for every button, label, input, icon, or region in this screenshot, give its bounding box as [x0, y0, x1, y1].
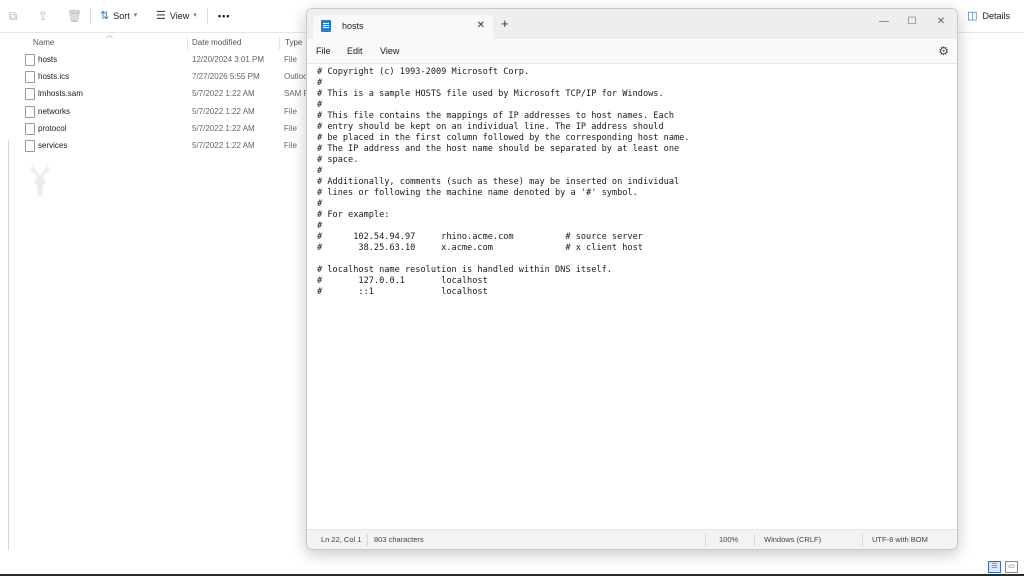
file-type: File [284, 124, 297, 133]
file-type: File [284, 107, 297, 116]
file-type: SAM File [284, 89, 306, 98]
file-icon [25, 54, 35, 66]
column-header-type[interactable]: Type [285, 36, 302, 50]
column-header-name[interactable]: Name [33, 36, 54, 50]
file-name: hosts [38, 55, 58, 64]
close-tab-icon[interactable]: ✕ [477, 19, 485, 33]
column-header-date[interactable]: Date modified [192, 36, 241, 50]
file-name: networks [38, 107, 71, 116]
menu-bar: File Edit View ⚙ [307, 39, 957, 63]
sort-button[interactable]: ⇅ Sort ▾ [100, 8, 137, 24]
text-editor-area[interactable]: # Copyright (c) 1993-2009 Microsoft Corp… [307, 63, 957, 530]
file-icon [25, 106, 35, 118]
chevron-down-icon: ▾ [193, 12, 197, 19]
navigation-pane-divider[interactable] [8, 140, 9, 550]
sort-icon: ⇅ [100, 10, 110, 22]
file-name: services [38, 141, 68, 150]
menu-view[interactable]: View [380, 44, 399, 58]
view-label: View [169, 11, 190, 21]
file-row[interactable]: protocol 5/7/2022 1:22 AM File [0, 120, 306, 137]
hosts-file-content[interactable]: # Copyright (c) 1993-2009 Microsoft Corp… [317, 67, 690, 298]
copy-icon[interactable]: ⧉ [6, 9, 20, 23]
file-date: 12/20/2024 3:01 PM [192, 55, 265, 64]
file-type: Outlook [284, 72, 306, 81]
cursor-position: Ln 22, Col 1 [321, 535, 362, 544]
share-icon[interactable]: ⇪ [36, 9, 50, 23]
toolbar-divider [207, 8, 208, 24]
tab-title: hosts [342, 21, 364, 31]
menu-file[interactable]: File [316, 44, 331, 58]
file-type: File [284, 141, 297, 150]
file-date: 7/27/2026 5:55 PM [192, 72, 260, 81]
file-date: 5/7/2022 1:22 AM [192, 107, 255, 116]
status-divider [367, 534, 368, 546]
line-ending[interactable]: Windows (CRLF) [764, 530, 821, 549]
maximize-button[interactable]: ☐ [905, 15, 919, 29]
delete-icon[interactable]: 🗑 [67, 9, 82, 23]
toolbar-divider [90, 8, 91, 24]
file-name: hosts.ics [38, 72, 70, 81]
details-pane-icon: ◫ [967, 10, 978, 22]
tiles-view-icon[interactable]: ▭ [1005, 561, 1018, 573]
view-icon: ☰ [156, 10, 166, 22]
zoom-level[interactable]: 100% [719, 530, 738, 549]
notepad-document-icon [321, 20, 331, 32]
view-mode-switcher: ☰ ▭ [988, 561, 1018, 573]
file-row[interactable]: hosts.ics 7/27/2026 5:55 PM Outlook [0, 68, 306, 85]
status-divider [754, 534, 755, 546]
tab-hosts[interactable]: hosts ✕ [313, 15, 493, 39]
column-divider[interactable] [187, 36, 188, 50]
settings-gear-icon[interactable]: ⚙ [938, 44, 949, 58]
file-type: File [284, 55, 297, 64]
view-button[interactable]: ☰ View ▾ [156, 8, 197, 24]
file-date: 5/7/2022 1:22 AM [192, 89, 255, 98]
menu-edit[interactable]: Edit [347, 44, 363, 58]
character-count: 803 characters [374, 535, 424, 544]
column-divider[interactable] [279, 36, 280, 50]
minimize-button[interactable]: — [877, 15, 891, 29]
details-button[interactable]: ◫ Details [967, 8, 1010, 24]
sort-label: Sort [113, 11, 130, 21]
notepad-window: hosts ✕ + — ☐ ✕ File Edit View ⚙ # Copyr… [306, 8, 958, 550]
close-window-button[interactable]: ✕ [934, 15, 948, 29]
deer-watermark-icon [29, 164, 51, 196]
file-row[interactable]: services 5/7/2022 1:22 AM File [0, 137, 306, 154]
file-name: lmhosts.sam [38, 89, 83, 98]
file-icon [25, 88, 35, 100]
file-date: 5/7/2022 1:22 AM [192, 124, 255, 133]
file-icon [25, 71, 35, 83]
sort-indicator-icon: ︿ [106, 32, 113, 39]
status-divider [862, 534, 863, 546]
details-view-icon[interactable]: ☰ [988, 561, 1001, 573]
more-options-button[interactable]: ••• [218, 8, 230, 24]
file-row[interactable]: hosts 12/20/2024 3:01 PM File [0, 51, 306, 68]
file-row[interactable]: lmhosts.sam 5/7/2022 1:22 AM SAM File [0, 85, 306, 102]
details-label: Details [982, 11, 1010, 21]
file-row[interactable]: networks 5/7/2022 1:22 AM File [0, 103, 306, 120]
status-bar: Ln 22, Col 1 803 characters 100% Windows… [307, 529, 957, 549]
status-divider [705, 534, 706, 546]
file-name: protocol [38, 124, 67, 133]
encoding[interactable]: UTF-8 with BOM [872, 530, 928, 549]
file-icon [25, 140, 35, 152]
tab-bar: hosts ✕ + — ☐ ✕ [307, 9, 957, 39]
file-icon [25, 123, 35, 135]
more-icon: ••• [218, 11, 231, 21]
file-date: 5/7/2022 1:22 AM [192, 141, 255, 150]
new-tab-button[interactable]: + [501, 16, 509, 32]
chevron-down-icon: ▾ [133, 12, 138, 19]
